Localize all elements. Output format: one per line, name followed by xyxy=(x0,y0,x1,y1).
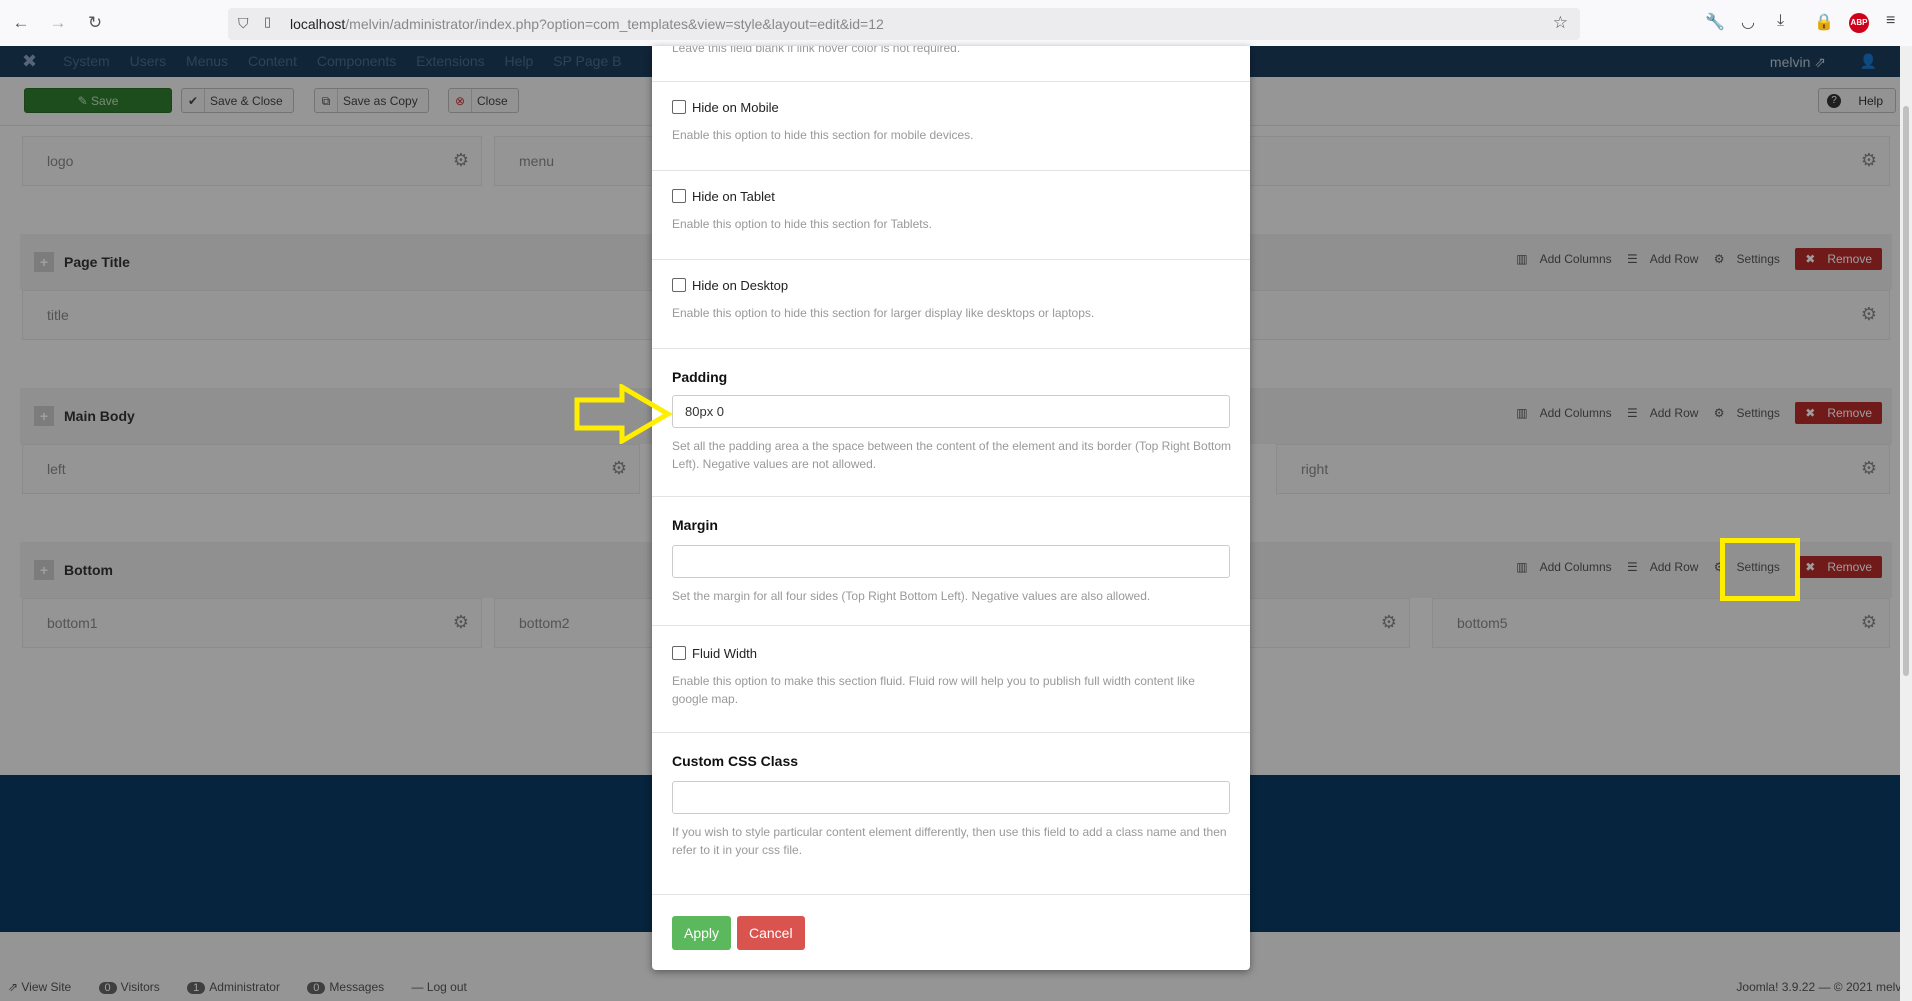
lock-icon[interactable]: 🔒 xyxy=(1814,12,1834,32)
settings-highlight-box xyxy=(1720,538,1800,601)
padding-help: Set all the padding area a the space bet… xyxy=(672,439,1232,471)
pocket-icon[interactable]: ◡ xyxy=(1741,12,1755,32)
hide-desktop-checkbox[interactable]: Hide on Desktop xyxy=(672,278,788,293)
fluid-width-checkbox[interactable]: Fluid Width xyxy=(672,646,757,661)
forward-arrow-icon[interactable]: → xyxy=(47,12,69,34)
bookmark-star-icon[interactable]: ☆ xyxy=(1553,13,1568,33)
css-class-help: If you wish to style particular content … xyxy=(672,825,1227,857)
section-settings-modal: Leave this field blank if link hover col… xyxy=(652,46,1250,970)
page-scrollbar[interactable] xyxy=(1900,46,1912,1001)
hide-mobile-checkbox[interactable]: Hide on Mobile xyxy=(672,100,779,115)
link-hover-help: Leave this field blank if link hover col… xyxy=(672,46,961,55)
margin-label: Margin xyxy=(672,517,718,533)
wrench-icon[interactable]: 🔧 xyxy=(1705,12,1725,32)
margin-help: Set the margin for all four sides (Top R… xyxy=(672,589,1151,603)
hide-tablet-help: Enable this option to hide this section … xyxy=(672,217,932,231)
apply-button[interactable]: Apply xyxy=(672,916,732,950)
hide-tablet-checkbox[interactable]: Hide on Tablet xyxy=(672,189,775,204)
adblock-icon[interactable]: ABP xyxy=(1849,13,1869,33)
css-class-label: Custom CSS Class xyxy=(672,753,799,769)
back-arrow-icon[interactable]: ← xyxy=(10,12,32,34)
shield-icon[interactable]: ⛉ xyxy=(238,15,249,32)
margin-input[interactable] xyxy=(672,545,1230,578)
menu-icon[interactable]: ≡ xyxy=(1886,12,1895,30)
fluid-width-help: Enable this option to make this section … xyxy=(672,674,1195,706)
page-icon: ▯ xyxy=(264,14,272,29)
hide-mobile-help: Enable this option to hide this section … xyxy=(672,128,974,142)
reload-icon[interactable]: ↻ xyxy=(84,12,106,34)
padding-input[interactable] xyxy=(672,395,1230,428)
annotation-arrow-icon xyxy=(574,384,673,444)
cancel-button[interactable]: Cancel xyxy=(737,916,805,950)
url-text[interactable]: localhost/melvin/administrator/index.php… xyxy=(290,16,884,32)
css-class-input[interactable] xyxy=(672,781,1230,814)
address-bar[interactable]: ⛉ ▯ localhost/melvin/administrator/index… xyxy=(228,8,1580,40)
padding-label: Padding xyxy=(672,369,728,385)
download-icon[interactable]: ⤓ xyxy=(1777,12,1784,30)
browser-toolbar: ← → ↻ ⛉ ▯ localhost/melvin/administrator… xyxy=(0,0,1912,47)
hide-desktop-help: Enable this option to hide this section … xyxy=(672,306,1095,320)
